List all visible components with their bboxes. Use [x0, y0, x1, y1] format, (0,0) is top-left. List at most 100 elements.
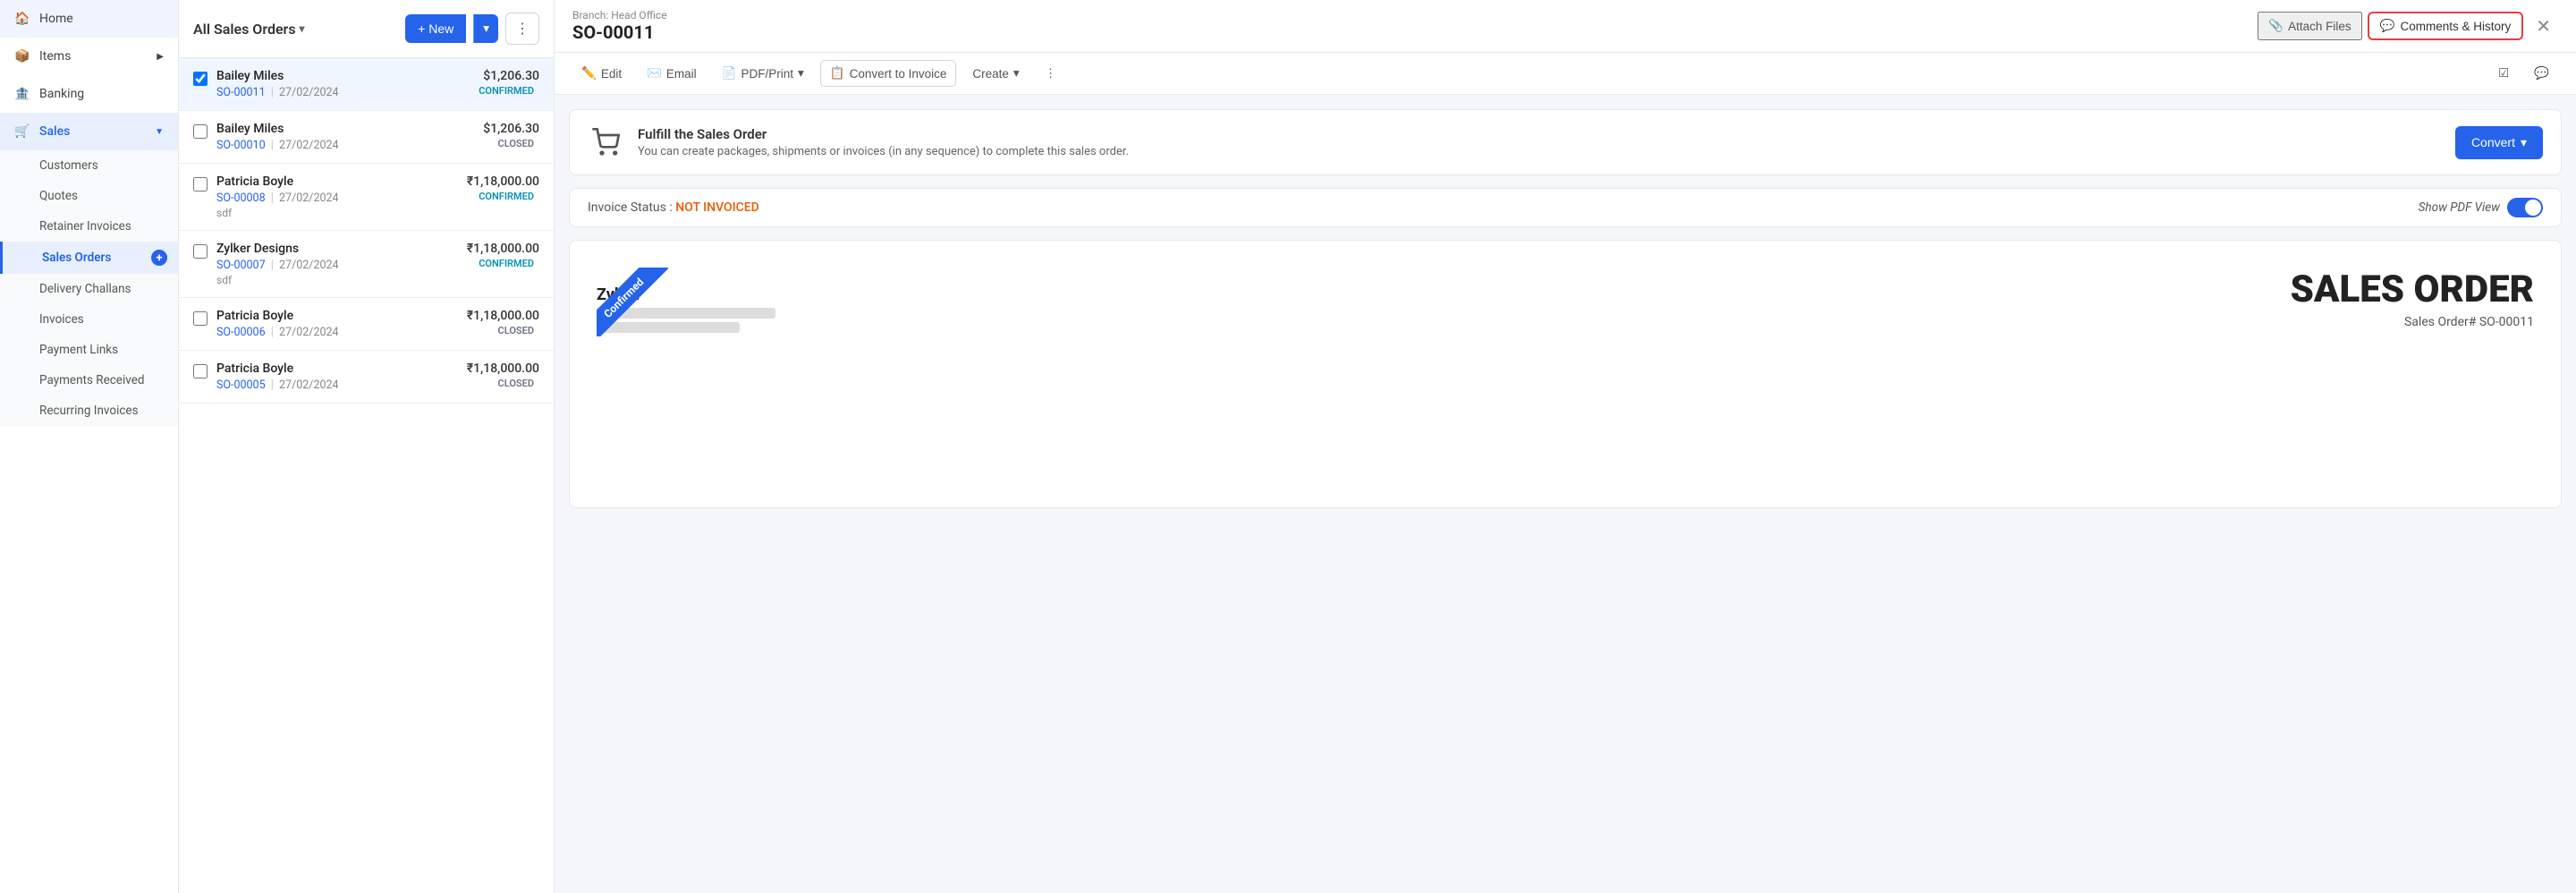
- edit-button[interactable]: ✏️ Edit: [572, 61, 631, 86]
- order-status-badge: CLOSED: [493, 136, 539, 151]
- order-amount: ₹1,18,000.00: [467, 174, 539, 189]
- order-right: ₹1,18,000.00 CONFIRMED: [467, 174, 539, 203]
- detail-panel: Branch: Head Office SO-00011 📎 Attach Fi…: [555, 0, 2576, 893]
- order-customer-name: Patricia Boyle: [216, 309, 458, 323]
- order-checkbox[interactable]: [193, 311, 208, 326]
- new-button[interactable]: + New: [405, 14, 466, 43]
- fulfill-banner: Fulfill the Sales Order You can create p…: [569, 109, 2562, 175]
- order-right: ₹1,18,000.00 CLOSED: [467, 309, 539, 337]
- order-info: Bailey Miles SO-00010 | 27/02/2024: [216, 122, 474, 152]
- order-meta: SO-00006 | 27/02/2024: [216, 325, 458, 339]
- more-options-button[interactable]: ⋮: [505, 13, 539, 45]
- more-actions-button[interactable]: ⋮: [1036, 61, 1066, 86]
- close-button[interactable]: ✕: [2529, 12, 2558, 41]
- order-id[interactable]: SO-00006: [216, 326, 266, 339]
- sidebar-item-retainer-invoices[interactable]: Retainer Invoices: [0, 211, 178, 242]
- sidebar-item-label: Home: [39, 12, 73, 26]
- order-id[interactable]: SO-00007: [216, 259, 266, 272]
- order-id[interactable]: SO-00008: [216, 191, 266, 205]
- sales-submenu: Customers Quotes Retainer Invoices Sales…: [0, 150, 178, 426]
- sidebar-item-label: Sales: [39, 124, 70, 139]
- checklist-button[interactable]: ☑: [2489, 61, 2518, 86]
- sidebar-item-invoices[interactable]: Invoices: [0, 304, 178, 335]
- order-checkbox[interactable]: [193, 177, 208, 191]
- order-separator: |: [271, 191, 274, 205]
- list-title[interactable]: All Sales Orders ▾: [193, 21, 305, 38]
- order-checkbox[interactable]: [193, 72, 208, 86]
- convert-to-invoice-button[interactable]: 📋 Convert to Invoice: [820, 60, 957, 87]
- order-customer-name: Patricia Boyle: [216, 174, 458, 189]
- order-checkbox[interactable]: [193, 244, 208, 259]
- convert-button[interactable]: Convert ▾: [2455, 126, 2543, 159]
- order-list-item[interactable]: Bailey Miles SO-00011 | 27/02/2024 $1,20…: [179, 58, 554, 111]
- sidebar-item-customers[interactable]: Customers: [0, 150, 178, 181]
- order-separator: |: [271, 258, 274, 272]
- order-amount: $1,206.30: [483, 122, 539, 136]
- order-info: Patricia Boyle SO-00005 | 27/02/2024: [216, 361, 458, 392]
- sales-icon: 🛒: [14, 123, 30, 140]
- sidebar-item-payments-received[interactable]: Payments Received: [0, 365, 178, 395]
- order-meta: SO-00008 | 27/02/2024: [216, 191, 458, 205]
- sidebar-item-payment-links[interactable]: Payment Links: [0, 335, 178, 365]
- so-number: SO-00011: [572, 21, 2258, 43]
- order-date: 27/02/2024: [279, 326, 339, 339]
- confirmed-ribbon: Confirmed: [597, 268, 668, 336]
- sidebar-item-banking[interactable]: 🏦 Banking: [0, 75, 178, 113]
- pdf-order-number: Sales Order# SO-00011: [2291, 315, 2534, 329]
- order-separator: |: [271, 138, 274, 152]
- invoice-status-row: Invoice Status : NOT INVOICED Show PDF V…: [569, 188, 2562, 227]
- order-checkbox[interactable]: [193, 364, 208, 378]
- sidebar-item-items[interactable]: 📦 Items ▶: [0, 38, 178, 75]
- order-list-item[interactable]: Patricia Boyle SO-00006 | 27/02/2024 ₹1,…: [179, 298, 554, 351]
- show-pdf-toggle[interactable]: [2507, 198, 2543, 217]
- fulfill-text: Fulfill the Sales Order You can create p…: [638, 126, 2441, 158]
- sidebar-item-sales[interactable]: 🛒 Sales ▼: [0, 113, 178, 150]
- create-button[interactable]: Create ▾: [963, 61, 1028, 86]
- order-date: 27/02/2024: [279, 86, 339, 99]
- order-customer-name: Patricia Boyle: [216, 361, 458, 376]
- order-info: Zylker Designs SO-00007 | 27/02/2024 sdf: [216, 242, 458, 286]
- order-list-item[interactable]: Patricia Boyle SO-00008 | 27/02/2024 sdf…: [179, 164, 554, 231]
- order-list-item[interactable]: Bailey Miles SO-00010 | 27/02/2024 $1,20…: [179, 111, 554, 164]
- sidebar-item-home[interactable]: 🏠 Home: [0, 0, 178, 38]
- show-pdf-label: Show PDF View: [2419, 200, 2500, 215]
- detail-content: Fulfill the Sales Order You can create p…: [555, 95, 2576, 893]
- sidebar-item-quotes[interactable]: Quotes: [0, 181, 178, 211]
- attach-files-button[interactable]: 📎 Attach Files: [2258, 12, 2361, 40]
- chat-button[interactable]: 💬: [2525, 61, 2558, 86]
- order-id[interactable]: SO-00011: [216, 86, 266, 99]
- fulfill-title: Fulfill the Sales Order: [638, 126, 2441, 142]
- list-header: All Sales Orders ▾ + New ▾ ⋮: [179, 0, 554, 58]
- order-meta: SO-00010 | 27/02/2024: [216, 138, 474, 152]
- pdf-icon: 📄: [722, 66, 737, 81]
- add-sales-order-icon[interactable]: +: [151, 250, 167, 266]
- sidebar-item-label: Banking: [39, 87, 84, 101]
- order-checkbox[interactable]: [193, 124, 208, 139]
- invoice-icon: 📋: [830, 66, 845, 81]
- order-status-badge: CONFIRMED: [473, 189, 539, 204]
- order-right: $1,206.30 CLOSED: [483, 122, 539, 150]
- sidebar-item-sales-orders[interactable]: Sales Orders +: [0, 242, 178, 274]
- sidebar-item-recurring-invoices[interactable]: Recurring Invoices: [0, 395, 178, 426]
- order-list-item[interactable]: Patricia Boyle SO-00005 | 27/02/2024 ₹1,…: [179, 351, 554, 404]
- order-note: sdf: [216, 274, 458, 286]
- order-id[interactable]: SO-00010: [216, 139, 266, 152]
- detail-header: Branch: Head Office SO-00011 📎 Attach Fi…: [555, 0, 2576, 53]
- sidebar-item-delivery-challans[interactable]: Delivery Challans: [0, 274, 178, 304]
- email-button[interactable]: ✉️ Email: [638, 61, 706, 86]
- order-amount: ₹1,18,000.00: [467, 309, 539, 323]
- chevron-down-icon: ▾: [798, 66, 804, 81]
- pdf-print-button[interactable]: 📄 PDF/Print ▾: [713, 61, 813, 86]
- fulfill-description: You can create packages, shipments or in…: [638, 145, 2441, 158]
- order-info: Patricia Boyle SO-00008 | 27/02/2024 sdf: [216, 174, 458, 219]
- email-icon: ✉️: [647, 66, 662, 81]
- order-amount: $1,206.30: [473, 69, 539, 83]
- pdf-right: SALES ORDER Sales Order# SO-00011: [2291, 268, 2534, 329]
- order-list-item[interactable]: Zylker Designs SO-00007 | 27/02/2024 sdf…: [179, 231, 554, 298]
- cart-icon: [588, 124, 623, 160]
- comments-history-button[interactable]: 💬 Comments & History: [2368, 12, 2524, 40]
- new-button-dropdown[interactable]: ▾: [473, 14, 498, 43]
- pdf-inner: Zylker SALES ORDER Sales Order# SO-00011: [597, 268, 2534, 336]
- detail-actions: 📎 Attach Files 💬 Comments & History ✕: [2258, 12, 2558, 41]
- order-id[interactable]: SO-00005: [216, 378, 266, 392]
